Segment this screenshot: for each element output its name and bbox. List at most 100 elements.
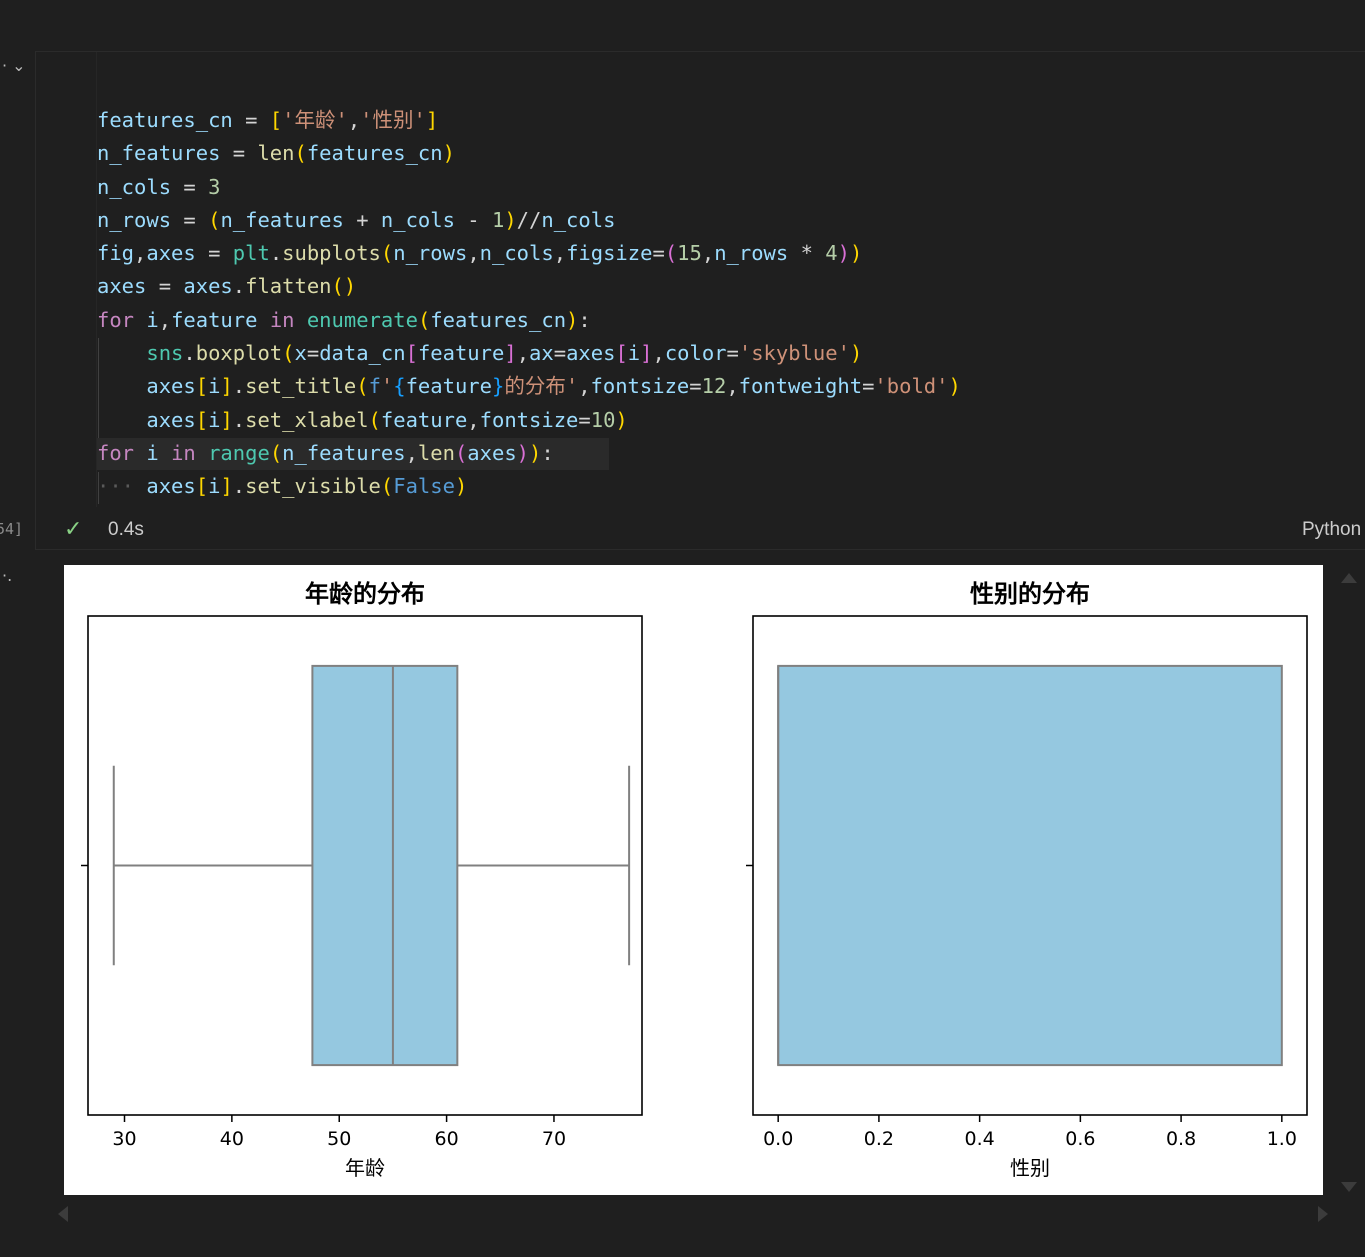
code-token: fontsize [590,374,690,399]
code-editor[interactable]: features_cn = ['年龄','性别'] n_features = le… [97,104,961,504]
code-token: 4 [825,241,838,266]
code-token: 10 [590,407,616,432]
code-token: n_cols [380,207,455,232]
code-token: [ [195,374,209,399]
code-token: subplots [282,241,381,266]
x-tick-label: 40 [220,1128,244,1150]
code-token: . [232,374,246,399]
code-token: = [306,341,320,366]
code-line[interactable]: n_rows = (n_features + n_cols - 1)//n_co… [97,204,961,237]
code-token: () [331,274,357,299]
code-token: ' [380,374,394,399]
code-token: range [208,440,270,465]
code-token: ( [380,474,394,499]
x-tick-label: 60 [435,1128,459,1150]
code-token: len [417,440,455,465]
code-token: ) [615,407,628,432]
code-token: : [578,307,591,332]
code-token: data_cn [319,341,406,366]
code-token: enumerate [306,307,418,332]
code-token: ) [837,241,850,266]
code-line[interactable]: axes[i].set_xlabel(feature,fontsize=10) [97,404,961,437]
code-token: flatten [245,274,332,299]
code-token: in [171,440,196,465]
code-token: '性别' [360,108,426,132]
code-token: . [232,407,246,432]
code-line[interactable]: ··· axes[i].set_visible(False) [97,470,961,503]
code-token: ) [504,207,517,232]
code-token: = [862,374,875,399]
code-line[interactable]: sns.boxplot(x=data_cn[feature],ax=axes[i… [97,337,961,370]
x-axis-label: 年龄 [345,1156,385,1180]
code-line[interactable]: axes[i].set_title(f'{feature}的分布',fontsi… [97,370,961,403]
code-token: ] [220,474,233,499]
chart-title: 性别的分布 [970,580,1090,608]
code-token: ) [442,141,455,166]
code-token: set_xlabel [245,407,369,432]
code-token: axes [146,407,196,432]
code-token: ] [640,341,653,366]
code-token: + [343,207,381,232]
code-line[interactable]: features_cn = ['年龄','性别'] [97,104,961,137]
code-line[interactable]: for i in range(n_features,len(axes)): [97,437,961,470]
box-iqr [777,664,1283,1067]
code-token: i [208,374,221,399]
code-token: i [208,474,221,499]
code-token: . [269,241,283,266]
code-token: [ [195,474,209,499]
output-menu-icon[interactable]: ·. [2,566,12,585]
scroll-right-arrow-icon[interactable] [1318,1206,1328,1222]
code-token: 'bold' [874,374,949,399]
code-token: False [393,474,455,499]
code-token: feature [171,307,258,332]
code-token: for [97,440,135,465]
code-token: ) [948,374,961,399]
code-token: = [220,141,258,166]
collapse-chevron-icon[interactable]: · ⌄ [2,56,26,75]
code-token: feature [417,341,505,366]
code-token: sns [146,341,184,366]
code-token: 3 [208,174,221,199]
code-token: n_cols [97,174,172,199]
code-token: 12 [701,374,727,399]
success-check-icon: ✓ [64,517,83,542]
code-token: '年龄' [282,108,348,132]
code-token: ax [529,341,554,366]
code-token: , [158,307,172,332]
code-line[interactable]: n_cols = 3 [97,171,961,204]
code-line[interactable]: n_features = len(features_cn) [97,137,961,170]
x-tick-label: 0.2 [864,1128,894,1150]
code-line[interactable]: for i,feature in enumerate(features_cn): [97,304,961,337]
code-token: ( [294,141,307,166]
code-token: color [664,341,727,366]
code-line[interactable]: fig,axes = plt.subplots(n_rows,n_cols,fi… [97,237,961,270]
scroll-left-arrow-icon[interactable] [58,1206,68,1222]
x-axis-label: 性别 [1010,1156,1050,1180]
code-token: n_rows [393,241,468,266]
code-line[interactable]: axes = axes.flatten() [97,270,961,303]
code-token: set_visible [245,474,381,499]
code-token: . [183,341,196,366]
code-token: , [726,374,739,399]
code-token: ( [380,241,394,266]
chart-panel-1: 年龄的分布 30 40 50 60 70 年龄 [81,580,643,1180]
code-token: axes [146,474,196,499]
code-token: * [788,241,826,266]
code-token: ( [368,407,381,432]
language-selector[interactable]: Python [1302,519,1361,541]
code-token: , [347,108,361,132]
code-token: n_cols [541,207,616,232]
scroll-down-arrow-icon[interactable] [1341,1182,1357,1192]
scroll-up-arrow-icon[interactable] [1341,573,1357,583]
code-token: n_rows [97,207,172,232]
code-token: , [467,241,480,266]
code-token: in [269,307,295,332]
cell-output: 年龄的分布 30 40 50 60 70 年龄 性别的分布 0.0 0.2 0.4 0.6 0.8 1.0… [64,565,1323,1195]
code-token: axes [183,274,233,299]
code-token: , [467,407,480,432]
